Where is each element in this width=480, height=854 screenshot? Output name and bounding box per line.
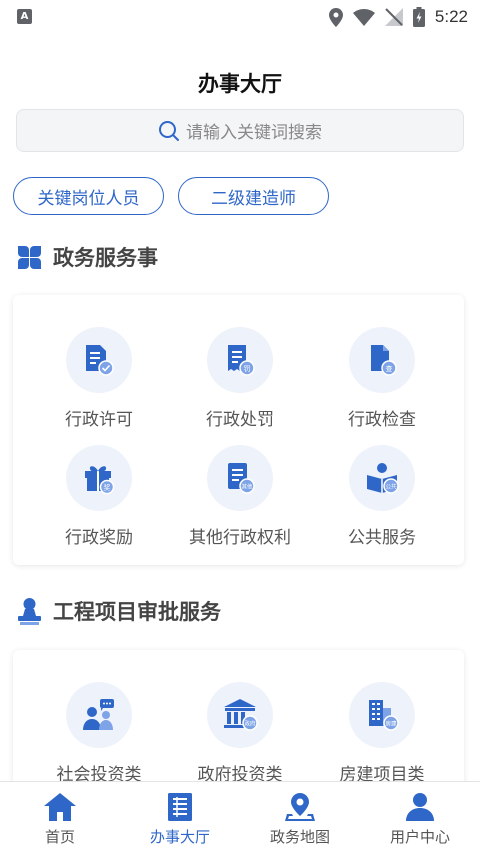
tile-label: 行政检查	[348, 410, 416, 430]
reward-icon: 奖	[66, 445, 132, 511]
wifi-icon	[352, 8, 375, 26]
tile-government-investment[interactable]: 政府 政府投资类	[165, 682, 315, 785]
hall-icon	[168, 793, 192, 821]
social-investment-icon	[66, 682, 132, 748]
inspection-icon: 查	[349, 327, 415, 393]
tile-administrative-penalty[interactable]: 罚 行政处罚	[165, 327, 315, 430]
permit-icon	[66, 327, 132, 393]
nav-label: 办事大厅	[149, 828, 210, 846]
tile-other-administrative-rights[interactable]: 其他 其他行政权利	[165, 445, 315, 548]
user-icon	[406, 793, 434, 821]
project-approval-card: 社会投资类 政府 政府投资类 房建 房建项目类	[13, 650, 464, 790]
tile-administrative-reward[interactable]: 奖 行政奖励	[24, 445, 174, 548]
public-service-icon: 公共	[349, 445, 415, 511]
nav-item-home[interactable]: 首页	[0, 782, 120, 854]
government-investment-icon: 政府	[207, 682, 273, 748]
section-header-government-services: 政务服务事	[16, 242, 158, 272]
government-services-card: 行政许可 罚 行政处罚 查 行政检查 奖 行政奖励 其他 其他行政权利 公共 公…	[13, 295, 464, 565]
battery-icon	[412, 7, 425, 27]
tile-building-project[interactable]: 房建 房建项目类	[307, 682, 457, 785]
status-bar: A 5:22	[0, 0, 480, 34]
map-icon	[285, 793, 315, 821]
tile-label: 行政奖励	[65, 528, 133, 548]
home-icon	[44, 793, 76, 821]
section-title: 工程项目审批服务	[53, 600, 221, 624]
penalty-icon: 罚	[207, 327, 273, 393]
four-leaf-icon	[18, 245, 41, 269]
status-icons: 5:22	[328, 6, 468, 28]
search-input[interactable]: 请输入关键词搜索	[16, 109, 464, 152]
svg-text:政府: 政府	[244, 720, 256, 728]
svg-text:罚: 罚	[244, 365, 251, 373]
stamp-icon	[18, 598, 41, 625]
tile-administrative-permit[interactable]: 行政许可	[24, 327, 174, 430]
page-title: 办事大厅	[198, 72, 282, 96]
nav-label: 政务地图	[269, 828, 330, 846]
nav-item-user-center[interactable]: 用户中心	[360, 782, 480, 854]
nav-label: 首页	[44, 828, 75, 846]
app-notification-icon: A	[17, 9, 32, 24]
nav-item-map[interactable]: 政务地图	[240, 782, 360, 854]
section-header-project-approval: 工程项目审批服务	[16, 596, 221, 626]
svg-text:公共: 公共	[385, 483, 397, 491]
svg-text:查: 查	[386, 364, 393, 373]
section-title: 政务服务事	[53, 246, 158, 270]
chip-second-class-constructor[interactable]: 二级建造师	[178, 177, 329, 215]
status-time: 5:22	[434, 7, 468, 26]
location-icon	[328, 7, 343, 27]
svg-text:奖: 奖	[104, 483, 111, 492]
nav-item-hall[interactable]: 办事大厅	[120, 782, 240, 854]
svg-text:房建: 房建	[385, 720, 397, 728]
building-project-icon: 房建	[349, 682, 415, 748]
tile-label: 公共服务	[348, 528, 416, 548]
tile-social-investment[interactable]: 社会投资类	[24, 682, 174, 785]
tile-label: 行政许可	[65, 410, 133, 430]
tile-public-service[interactable]: 公共 公共服务	[307, 445, 457, 548]
tile-label: 行政处罚	[206, 410, 274, 430]
search-placeholder: 请输入关键词搜索	[186, 123, 322, 143]
other-rights-icon: 其他	[207, 445, 273, 511]
tile-label: 其他行政权利	[189, 528, 291, 548]
nav-label: 用户中心	[389, 828, 450, 846]
chip-key-personnel[interactable]: 关键岗位人员	[13, 177, 164, 215]
bottom-navigation: 首页 办事大厅 政务地图 用户中心	[0, 781, 480, 854]
no-signal-icon	[384, 8, 403, 26]
svg-text:其他: 其他	[241, 483, 253, 491]
tile-administrative-inspection[interactable]: 查 行政检查	[307, 327, 457, 430]
search-icon	[159, 120, 179, 141]
